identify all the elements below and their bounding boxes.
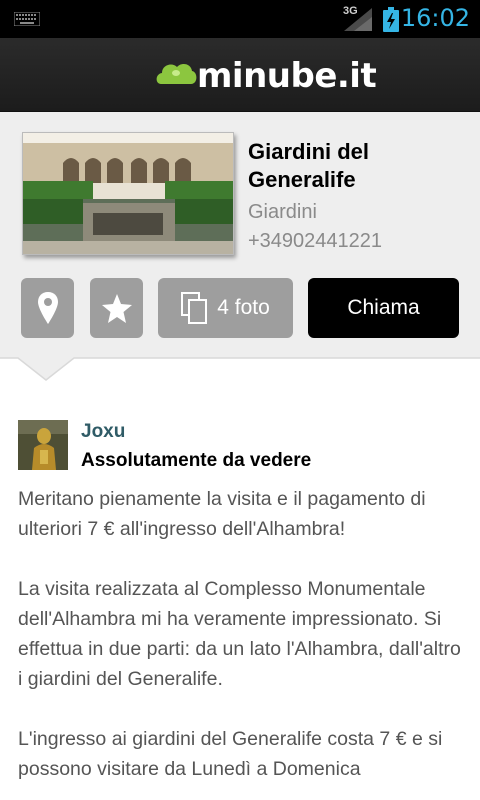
place-category: Giardini <box>248 201 317 223</box>
map-pin-icon <box>37 292 58 324</box>
place-name: Giardini del Generalife <box>248 139 370 192</box>
user-avatar-image <box>18 420 68 470</box>
map-button[interactable] <box>21 278 74 338</box>
review-paragraph: Meritano pienamente la visita e il pagam… <box>18 488 426 540</box>
photos-stack-icon <box>181 292 208 324</box>
app-header: minube.it <box>0 38 480 112</box>
place-card: Giardini del Generalife Giardini +349024… <box>0 112 480 355</box>
review-body: Meritano pienamente la visita e il pagam… <box>18 484 468 800</box>
battery-charging-icon <box>383 7 399 32</box>
photos-button[interactable]: 4 foto <box>158 278 293 338</box>
place-phone[interactable]: +34902441221 <box>248 230 382 253</box>
avatar[interactable] <box>18 420 68 470</box>
garden-photo-image <box>23 133 233 254</box>
review-author[interactable]: Joxu <box>81 421 125 443</box>
status-bar: 3G 16:02 <box>0 0 480 38</box>
section-pointer <box>0 355 480 381</box>
review-paragraph: La visita realizzata al Complesso Monume… <box>18 578 461 690</box>
favorite-button[interactable] <box>90 278 143 338</box>
network-type: 3G <box>343 5 358 17</box>
star-icon <box>101 293 132 323</box>
review-paragraph: L'ingresso ai giardini del Generalife co… <box>18 728 443 780</box>
call-button-label: Chiama <box>347 296 420 319</box>
keyboard-icon <box>14 12 40 26</box>
review-title: Assolutamente da vedere <box>81 450 312 471</box>
clock: 16:02 <box>400 4 470 32</box>
minube-logo[interactable]: minube.it <box>155 54 377 98</box>
cloud-logo-icon <box>156 63 197 84</box>
photos-button-label: 4 foto <box>217 296 270 319</box>
logo-text: minube.it <box>197 56 377 96</box>
place-photo[interactable] <box>22 132 234 255</box>
call-button[interactable]: Chiama <box>308 278 459 338</box>
